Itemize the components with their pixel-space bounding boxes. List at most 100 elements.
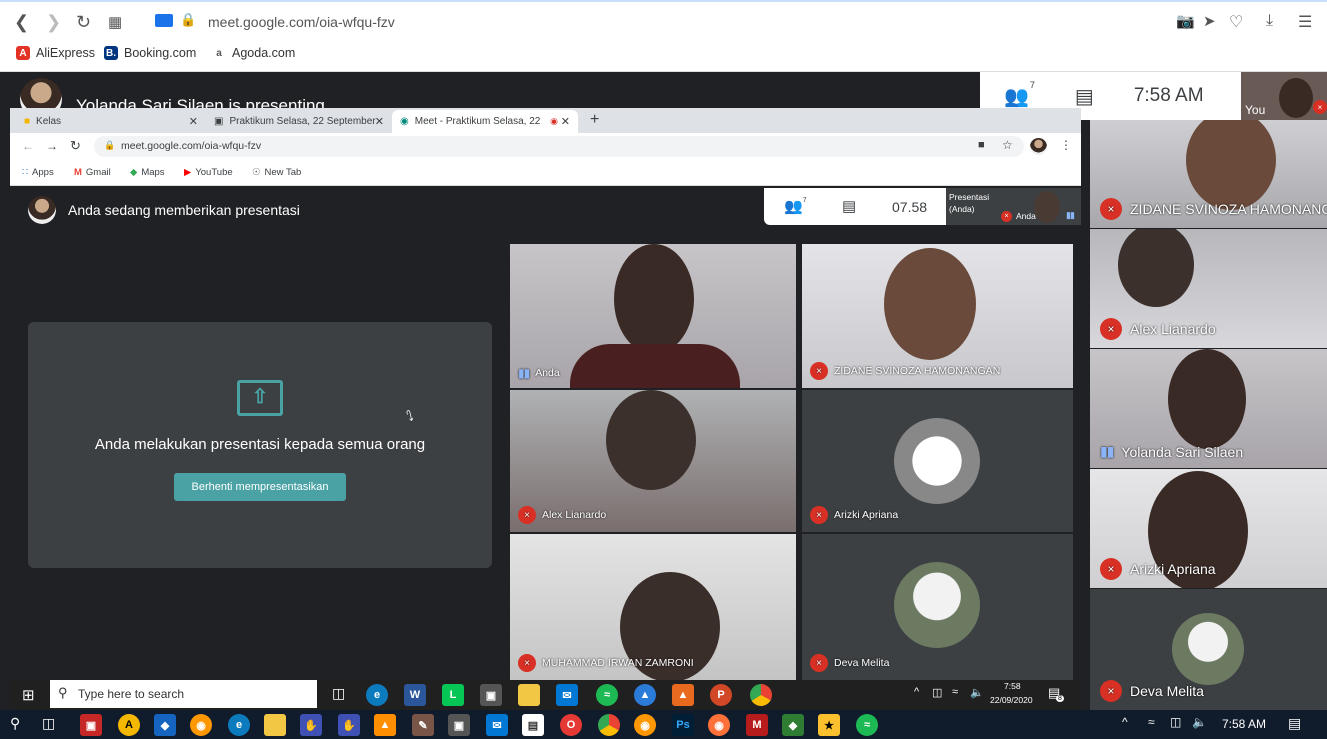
close-icon[interactable]: ✕ bbox=[561, 115, 570, 128]
store-icon[interactable]: ▣ bbox=[480, 684, 502, 706]
forward-icon[interactable]: ❯ bbox=[46, 12, 61, 33]
chat-icon[interactable]: ▤ bbox=[1075, 84, 1094, 109]
booking-icon: B. bbox=[104, 46, 118, 60]
mail-icon[interactable]: ✉ bbox=[556, 684, 578, 706]
heart-icon[interactable]: ♡ bbox=[1229, 12, 1243, 32]
chrome-icon[interactable] bbox=[598, 714, 620, 736]
vlc-icon[interactable]: ▲ bbox=[374, 714, 396, 736]
folder-icon[interactable] bbox=[264, 714, 286, 736]
more-icon[interactable]: ⋮ bbox=[1060, 138, 1072, 152]
matlab-icon[interactable]: ▲ bbox=[672, 684, 694, 706]
gift-icon[interactable]: ▣ bbox=[80, 714, 102, 736]
back-icon[interactable]: ← bbox=[22, 139, 34, 153]
bookmark-apps[interactable]: ∷ Apps bbox=[22, 167, 54, 178]
video-tile[interactable]: ▮▮ Yolanda Sari Silaen bbox=[1090, 349, 1327, 468]
video-tile[interactable]: × Arizki Apriana bbox=[1090, 469, 1327, 588]
file-icon[interactable]: ▤ bbox=[522, 714, 544, 736]
tab-kelas[interactable]: ■ Kelas ✕ bbox=[16, 110, 206, 133]
notification-icon[interactable]: ▤ bbox=[1288, 715, 1301, 732]
bookmark-booking[interactable]: B. Booking.com bbox=[104, 46, 196, 60]
bookmark-gmail[interactable]: M Gmail bbox=[74, 167, 111, 178]
participants-icon[interactable]: 👥7 bbox=[1004, 80, 1035, 109]
tab-praktikum[interactable]: ▣ Praktikum Selasa, 22 September ✕ bbox=[206, 110, 392, 133]
volume-icon[interactable]: 🔈 bbox=[970, 686, 984, 699]
tab-meet[interactable]: ◉ Meet - Praktikum Selasa, 22 ◉ ✕ bbox=[392, 110, 578, 133]
star-icon[interactable]: ☆ bbox=[1002, 138, 1013, 152]
video-tile[interactable]: × ZIDANE SVINOZA HAMONANGAN bbox=[1090, 120, 1327, 228]
app-icon[interactable]: ▲ bbox=[634, 684, 656, 706]
send-icon[interactable]: ➤ bbox=[1203, 12, 1216, 30]
video-tile[interactable]: × Alex Lianardo bbox=[510, 390, 796, 532]
tray-chevron-icon[interactable]: ^ bbox=[914, 686, 919, 698]
bookmark-agoda[interactable]: a Agoda.com bbox=[212, 46, 295, 60]
line-icon[interactable]: L bbox=[442, 684, 464, 706]
app-icon[interactable]: ◆ bbox=[782, 714, 804, 736]
app-icon[interactable]: M bbox=[746, 714, 768, 736]
camera-icon[interactable]: 📷 bbox=[1176, 12, 1195, 30]
forward-icon[interactable]: → bbox=[46, 139, 58, 153]
app-icon[interactable]: ✋ bbox=[338, 714, 360, 736]
volume-icon[interactable]: 🔈 bbox=[1192, 715, 1207, 729]
search-box[interactable]: ⚲ Type here to search bbox=[50, 680, 317, 708]
participants-icon[interactable]: 👥7 bbox=[784, 197, 807, 215]
opera-icon[interactable]: O bbox=[560, 714, 582, 736]
close-icon[interactable]: ✕ bbox=[375, 115, 384, 128]
app-icon[interactable]: ✋ bbox=[300, 714, 322, 736]
chat-icon[interactable]: ▤ bbox=[842, 197, 856, 215]
store-icon[interactable]: ▣ bbox=[448, 714, 470, 736]
bookmark-maps[interactable]: ◆ Maps bbox=[130, 167, 165, 178]
speed-dial-icon[interactable]: ▦ bbox=[108, 13, 122, 31]
bookmark-aliexpress[interactable]: A AliExpress bbox=[16, 46, 95, 60]
download-icon[interactable]: ⤓ bbox=[1266, 12, 1273, 30]
photoshop-icon[interactable]: Ps bbox=[672, 714, 694, 736]
folder-icon[interactable] bbox=[518, 684, 540, 706]
app-icon[interactable]: ★ bbox=[818, 714, 840, 736]
omnibox[interactable]: 🔒 meet.google.com/oia-wfqu-fzv ■ ☆ bbox=[94, 136, 1024, 157]
app-icon[interactable]: A bbox=[118, 714, 140, 736]
windows-start-icon[interactable]: ⊞ bbox=[22, 686, 35, 704]
video-tile[interactable]: × ZIDANE SVINOZA HAMONANGAN bbox=[802, 244, 1073, 388]
tray-chevron-icon[interactable]: ^ bbox=[1122, 715, 1128, 729]
wifi-icon[interactable]: ≈ bbox=[1148, 715, 1155, 729]
wifi-icon[interactable]: ≈ bbox=[952, 686, 958, 698]
face bbox=[884, 248, 976, 360]
video-tile[interactable]: × Alex Lianardo bbox=[1090, 229, 1327, 348]
video-tile[interactable]: × Arizki Apriana bbox=[802, 390, 1073, 532]
reload-icon[interactable]: ↻ bbox=[70, 138, 81, 154]
reload-icon[interactable]: ↻ bbox=[76, 12, 91, 33]
menu-icon[interactable]: ☰ bbox=[1298, 12, 1312, 32]
stop-presenting-button[interactable]: Berhenti mempresentasikan bbox=[173, 473, 347, 501]
back-icon[interactable]: ❮ bbox=[14, 12, 29, 33]
face bbox=[1118, 229, 1194, 307]
app-icon[interactable]: ◉ bbox=[634, 714, 656, 736]
task-view-icon[interactable]: ◫ bbox=[42, 715, 55, 732]
video-tile[interactable]: × Deva Melita bbox=[802, 534, 1073, 680]
self-presentation-tile[interactable]: Presentasi (Anda) × Anda ▮▮ bbox=[946, 188, 1081, 225]
spotify-icon[interactable]: ≈ bbox=[856, 714, 878, 736]
word-icon[interactable]: W bbox=[404, 684, 426, 706]
search-icon[interactable]: ⚲ bbox=[10, 715, 20, 732]
chrome-icon[interactable] bbox=[750, 684, 772, 706]
video-tile[interactable]: × Deva Melita bbox=[1090, 589, 1327, 710]
close-icon[interactable]: ✕ bbox=[189, 115, 198, 128]
profile-avatar[interactable] bbox=[1030, 138, 1047, 155]
outer-url[interactable]: meet.google.com/oia-wfqu-fzv bbox=[208, 14, 395, 30]
task-view-icon[interactable]: ◫ bbox=[332, 685, 345, 702]
mail-icon[interactable]: ✉ bbox=[486, 714, 508, 736]
spotify-icon[interactable]: ≈ bbox=[596, 684, 618, 706]
video-tile[interactable]: × MUHAMMAD IRWAN ZAMRONI bbox=[510, 534, 796, 680]
firefox-icon[interactable]: ◉ bbox=[708, 714, 730, 736]
app-icon[interactable]: ✎ bbox=[412, 714, 434, 736]
camera-icon[interactable]: ■ bbox=[978, 139, 985, 151]
inner-taskbar: ⊞ ⚲ Type here to search ◫ e W L ▣ ✉ ≈ ▲ … bbox=[10, 680, 1081, 710]
new-tab-icon[interactable]: + bbox=[590, 111, 599, 129]
self-video-tile[interactable]: You × bbox=[1241, 72, 1327, 120]
powerpoint-icon[interactable]: P bbox=[710, 684, 732, 706]
bookmark-youtube[interactable]: ▶ YouTube bbox=[184, 167, 233, 178]
video-tile[interactable]: ▮▮ Anda bbox=[510, 244, 796, 388]
app-icon[interactable]: ◉ bbox=[190, 714, 212, 736]
app-icon[interactable]: ◆ bbox=[154, 714, 176, 736]
edge-icon[interactable]: e bbox=[228, 714, 250, 736]
bookmark-new-tab[interactable]: ☉ New Tab bbox=[252, 167, 301, 178]
edge-icon[interactable]: e bbox=[366, 684, 388, 706]
